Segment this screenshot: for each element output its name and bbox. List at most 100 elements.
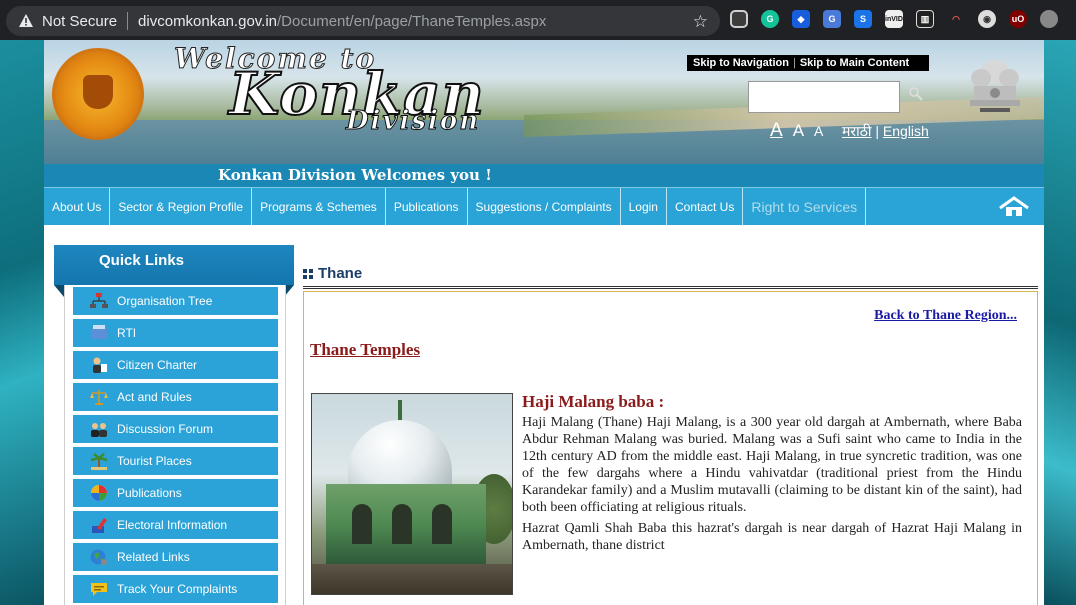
citizen-icon <box>89 356 109 374</box>
maharashtra-seal-icon <box>52 48 144 140</box>
article-heading: Thane <box>303 265 362 282</box>
security-label[interactable]: Not Secure <box>42 13 117 30</box>
national-emblem-icon <box>962 52 1028 128</box>
quick-link-label: Electoral Information <box>117 518 228 532</box>
font-small-button[interactable]: A <box>814 123 823 139</box>
heading-bullet-icon <box>303 268 313 279</box>
grammarly-extension-icon[interactable]: G <box>761 10 779 28</box>
quick-link-label: Citizen Charter <box>117 358 198 372</box>
scales-icon <box>89 388 109 406</box>
quick-link-act-and-rules[interactable]: Act and Rules <box>73 383 278 413</box>
article-heading-text: Thane <box>318 265 363 282</box>
quick-link-label: Act and Rules <box>117 390 192 404</box>
bitwarden-extension-icon[interactable]: ◆ <box>792 10 810 28</box>
language-separator: | <box>875 123 880 139</box>
globe-pub-icon <box>89 484 109 502</box>
org-tree-icon <box>89 292 109 310</box>
invid-extension-icon[interactable]: inVID <box>885 10 903 28</box>
photo-ground <box>312 564 512 594</box>
profile-avatar-icon[interactable] <box>1040 10 1058 28</box>
rti-icon <box>89 324 109 342</box>
quick-link-label: Track Your Complaints <box>117 582 238 596</box>
skip-to-main-content-link[interactable]: Skip to Main Content <box>800 57 909 69</box>
nav-right-to-services[interactable]: Right to Services <box>743 188 867 225</box>
welcome-strip: Konkan Division Welcomes you ! <box>44 164 1044 187</box>
heading-divider <box>303 286 1038 289</box>
nav-contact-us[interactable]: Contact Us <box>667 188 744 225</box>
photo-spire <box>398 400 402 422</box>
skip-to-navigation-link[interactable]: Skip to Navigation <box>693 57 789 69</box>
quick-link-label: RTI <box>117 326 137 340</box>
language-links: मराठी | English <box>842 122 929 141</box>
search-input[interactable] <box>748 81 900 113</box>
quick-link-rti[interactable]: RTI <box>73 319 278 349</box>
nav-publications[interactable]: Publications <box>386 188 468 225</box>
url-host: divcomkonkan.gov.in <box>138 12 278 30</box>
entry-title: Haji Malang baba : <box>522 392 665 411</box>
address-bar[interactable]: Not Secure divcomkonkan.gov.in/Document/… <box>6 6 720 36</box>
marathi-link[interactable]: मराठी <box>842 123 871 139</box>
quick-link-track-your-complaints[interactable]: Track Your Complaints <box>73 575 278 605</box>
quick-link-related-links[interactable]: Related Links <box>73 543 278 573</box>
pocket-extension-icon[interactable] <box>730 10 748 28</box>
section-title: Thane Temples <box>310 340 421 359</box>
colorful-extension-icon[interactable]: ◠ <box>947 10 965 28</box>
nav-suggestions-complaints[interactable]: Suggestions / Complaints <box>468 188 621 225</box>
quick-link-tourist-places[interactable]: Tourist Places <box>73 447 278 477</box>
quick-link-label: Publications <box>117 486 182 500</box>
entry-paragraph-1: Haji Malang (Thane) Haji Malang, is a 30… <box>522 415 1022 515</box>
bookmark-star-icon[interactable]: ☆ <box>693 12 708 32</box>
nav-programs-schemes[interactable]: Programs & Schemes <box>252 188 386 225</box>
content-area: Quick Links Organisation Tree RTI Citize… <box>44 225 1044 605</box>
photo-dome <box>348 420 452 490</box>
font-size-controls: A A A <box>770 120 823 142</box>
s-extension-icon[interactable]: S <box>854 10 872 28</box>
nav-sector-region-profile[interactable]: Sector & Region Profile <box>110 188 253 225</box>
photo-arch <box>392 504 412 544</box>
nav-login[interactable]: Login <box>621 188 667 225</box>
quick-link-organisation-tree[interactable]: Organisation Tree <box>73 287 278 317</box>
quick-link-citizen-charter[interactable]: Citizen Charter <box>73 351 278 381</box>
archive-extension-icon[interactable]: ▥ <box>916 10 934 28</box>
chat-icon <box>89 580 109 598</box>
skip-separator: | <box>792 57 796 69</box>
world-link-icon <box>89 548 109 566</box>
ballot-icon <box>89 516 109 534</box>
home-icon[interactable] <box>998 196 1030 218</box>
quick-links-header: Quick Links <box>54 245 294 285</box>
quick-link-label: Organisation Tree <box>117 294 213 308</box>
quick-link-electoral-information[interactable]: Electoral Information <box>73 511 278 541</box>
forum-icon <box>89 420 109 438</box>
eye-extension-icon[interactable]: ◉ <box>978 10 996 28</box>
browser-toolbar: Not Secure divcomkonkan.gov.in/Document/… <box>0 0 1076 40</box>
extension-icons: G ◆ G S inVID ▥ ◠ ◉ uO <box>730 10 1058 28</box>
welcome-message: Konkan Division Welcomes you ! <box>218 166 492 184</box>
url-path: /Document/en/page/ThaneTemples.aspx <box>277 12 547 30</box>
font-large-button[interactable]: A <box>770 120 783 142</box>
quick-links-fold-left <box>54 285 64 297</box>
warning-icon <box>18 13 34 29</box>
quick-link-discussion-forum[interactable]: Discussion Forum <box>73 415 278 445</box>
english-link[interactable]: English <box>883 123 929 139</box>
palm-icon <box>89 452 109 470</box>
main-navigation: About Us Sector & Region Profile Program… <box>44 187 1044 225</box>
ublock-extension-icon[interactable]: uO <box>1009 10 1027 28</box>
font-medium-button[interactable]: A <box>793 121 804 141</box>
back-to-thane-region-link[interactable]: Back to Thane Region... <box>874 308 1017 324</box>
page-background-right <box>1044 40 1076 605</box>
nav-about-us[interactable]: About Us <box>44 188 111 225</box>
banner-division-text: Division <box>345 106 481 137</box>
quick-link-publications[interactable]: Publications <box>73 479 278 509</box>
search-icon[interactable] <box>908 86 924 102</box>
quick-links-title: Quick Links <box>99 252 185 269</box>
skip-links: Skip to Navigation | Skip to Main Conten… <box>687 55 929 71</box>
omnibox-divider <box>127 12 129 30</box>
entry-paragraph-2: Hazrat Qamli Shah Baba this hazrat's dar… <box>522 521 1022 553</box>
article-box: Back to Thane Region... Thane Temples Ha… <box>303 291 1038 605</box>
page-background-left <box>0 40 44 605</box>
quick-link-label: Related Links <box>117 550 190 564</box>
haji-malang-photo <box>311 393 513 595</box>
translate-extension-icon[interactable]: G <box>823 10 841 28</box>
site-banner: Welcome to Konkan Division Skip to Navig… <box>44 40 1044 164</box>
photo-arch <box>432 504 452 544</box>
